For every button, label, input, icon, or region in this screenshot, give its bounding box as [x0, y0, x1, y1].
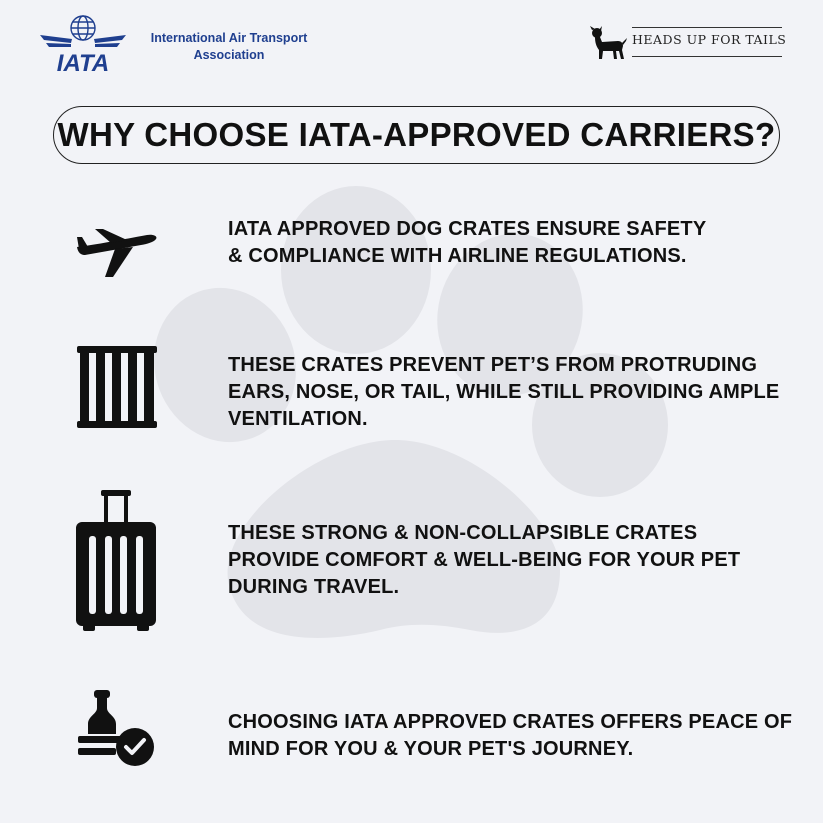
approved-stamp-icon [78, 690, 154, 766]
iata-org-line1: International Air Transport [150, 31, 308, 45]
feature-2-line-1: THESE CRATES PREVENT PET’S FROM PROTRUDI… [228, 354, 758, 376]
dog-icon [590, 26, 627, 59]
luggage-icon [76, 490, 156, 631]
feature-4-line-1: CHOOSING IATA APPROVED CRATES OFFERS PEA… [228, 711, 793, 733]
feature-3-text: THESE STRONG & NON-COLLAPSIBLE CRATES PR… [228, 520, 818, 601]
feature-3-line-2: PROVIDE COMFORT & WELL-BEING FOR YOUR PE… [228, 549, 741, 571]
iata-logo-text: IATA [57, 50, 109, 73]
brand-rule-bottom [632, 56, 782, 57]
brand-logo: HEADS UP FOR TAILS [588, 24, 788, 60]
crate-icon [77, 346, 157, 428]
feature-1-text: IATA APPROVED DOG CRATES ENSURE SAFETY &… [228, 216, 818, 270]
globe-icon [70, 15, 96, 41]
title-banner: WHY CHOOSE IATA-APPROVED CARRIERS? [53, 106, 780, 164]
feature-4-line-2: MIND FOR YOU & YOUR PET'S JOURNEY. [228, 738, 634, 760]
feature-3-line-1: THESE STRONG & NON-COLLAPSIBLE CRATES [228, 522, 698, 544]
page-title: WHY CHOOSE IATA-APPROVED CARRIERS? [57, 116, 776, 153]
feature-2-line-2: EARS, NOSE, OR TAIL, WHILE STILL PROVIDI… [228, 381, 780, 403]
brand-name: HEADS UP FOR TAILS [632, 32, 787, 47]
feature-4-text: CHOOSING IATA APPROVED CRATES OFFERS PEA… [228, 709, 818, 763]
feature-3-line-3: DURING TRAVEL. [228, 576, 400, 598]
feature-1-line-1: IATA APPROVED DOG CRATES ENSURE SAFETY [228, 218, 707, 240]
feature-2-text: THESE CRATES PREVENT PET’S FROM PROTRUDI… [228, 352, 818, 433]
airplane-icon [77, 229, 157, 277]
iata-org-line2: Association [193, 48, 265, 62]
iata-organization-name: International Air Transport Association [134, 30, 324, 64]
feature-1-line-2: & COMPLIANCE WITH AIRLINE REGULATIONS. [228, 245, 687, 267]
brand-rule-top [632, 27, 782, 28]
feature-2-line-3: VENTILATION. [228, 408, 368, 430]
iata-logo: IATA [40, 15, 126, 73]
